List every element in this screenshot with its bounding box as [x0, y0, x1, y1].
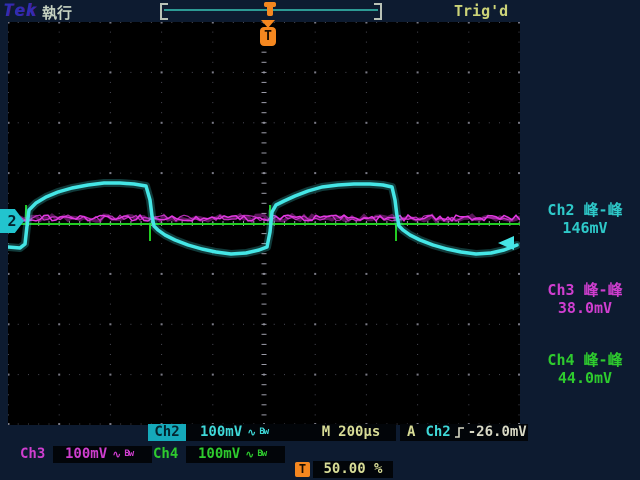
ch3-bandwidth-icon: Bw — [124, 449, 134, 459]
ch3-coupling-icon: ∿ — [112, 448, 122, 461]
measurement-ch2-channel: Ch2 — [547, 201, 575, 219]
measurement-ch2-value: 146mV — [562, 219, 608, 237]
record-view-bar — [160, 1, 382, 20]
timebase-readout: M 200µs — [306, 424, 396, 441]
rising-edge-icon — [454, 427, 464, 438]
trigger-position-icon — [263, 1, 277, 17]
trigger-readout: A Ch2 -26.0mV — [400, 424, 528, 441]
waveform-display — [4, 21, 521, 426]
ch4-bandwidth-icon: Bw — [257, 449, 267, 459]
trigger-status: Trig'd — [454, 2, 509, 20]
horizontal-position-icon: T — [295, 462, 310, 477]
measurement-ch3-pkpk: Ch3 峰-峰 38.0mV — [533, 281, 637, 317]
ch4-scale-value: 100mV — [198, 446, 241, 462]
graticule — [4, 21, 521, 426]
measurement-ch3-label: 峰-峰 — [583, 281, 623, 299]
horizontal-position-readout: 50.00 % — [313, 461, 393, 478]
ch4-scale-readout: 100mV ∿ Bw — [186, 446, 285, 463]
ch2-scale-readout: 100mV ∿ Bw — [186, 424, 306, 441]
ch2-scale-value: 100mV — [200, 424, 243, 440]
measurement-ch2-label: 峰-峰 — [583, 201, 623, 219]
measurement-ch2-pkpk: Ch2 峰-峰 146mV — [533, 201, 637, 237]
ch3-scale-value: 100mV — [65, 446, 108, 462]
ch2-coupling-icon: ∿ — [247, 426, 257, 439]
record-view-left-bracket — [160, 3, 168, 20]
acquisition-status: 執行 — [42, 4, 73, 22]
ch4-readout-chip: Ch4 — [153, 446, 179, 462]
timebase-label: M — [321, 424, 331, 440]
trigger-level: -26.0mV — [467, 424, 527, 440]
timebase-value: 200µs — [338, 424, 381, 440]
ch4-coupling-icon: ∿ — [245, 448, 255, 461]
ch2-readout-chip: Ch2 — [148, 424, 186, 441]
trigger-source: Ch2 — [425, 424, 451, 440]
horizontal-position-value: 50.00 % — [323, 461, 383, 477]
ch3-readout-chip: Ch3 — [20, 446, 46, 462]
ch2-bandwidth-icon: Bw — [259, 427, 269, 437]
measurement-ch3-channel: Ch3 — [547, 281, 575, 299]
measurement-ch4-channel: Ch4 — [547, 351, 575, 369]
measurement-ch4-value: 44.0mV — [557, 369, 613, 387]
record-view-right-bracket — [374, 3, 382, 20]
trigger-marker-t-icon: T — [260, 27, 276, 46]
measurement-ch4-label: 峰-峰 — [583, 351, 623, 369]
tek-logo: Tek — [3, 1, 37, 21]
ch3-scale-readout: 100mV ∿ Bw — [53, 446, 152, 463]
trigger-mode: A — [407, 424, 416, 440]
measurement-ch3-value: 38.0mV — [557, 299, 613, 317]
trigger-position-marker: T — [259, 20, 277, 48]
measurement-ch4-pkpk: Ch4 峰-峰 44.0mV — [533, 351, 637, 387]
